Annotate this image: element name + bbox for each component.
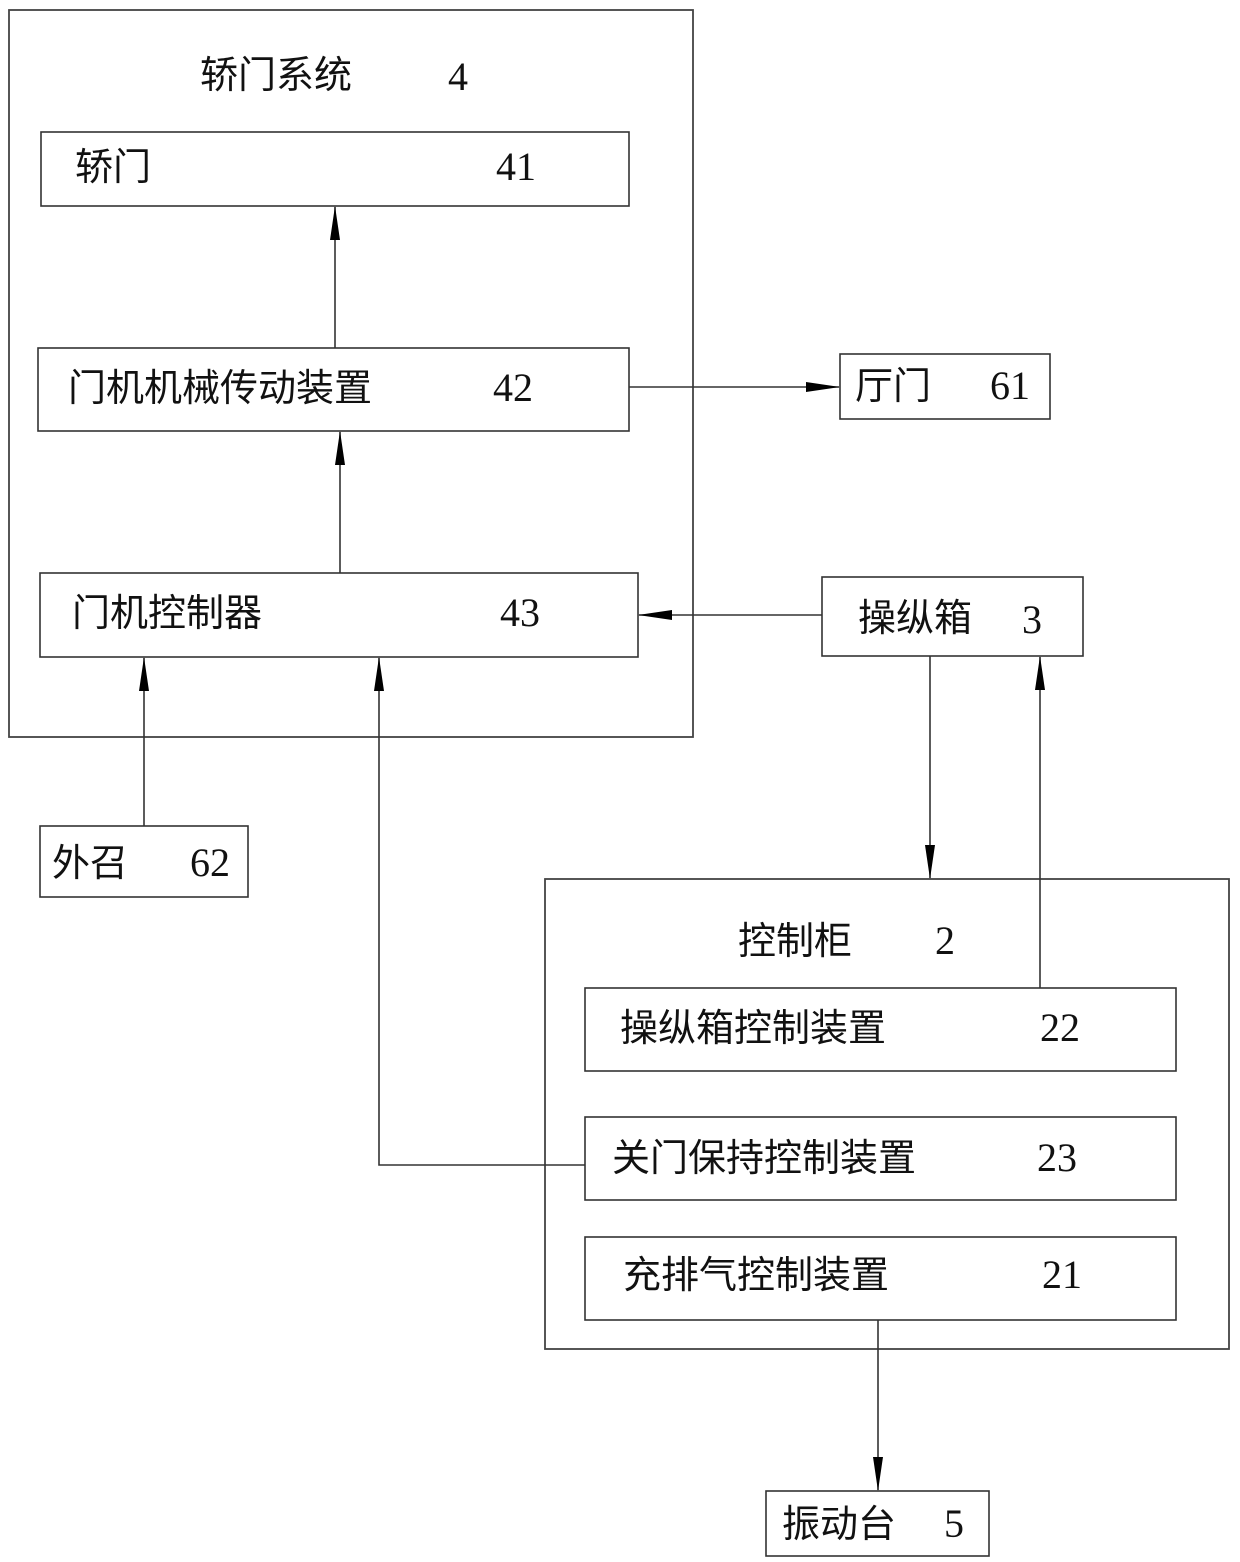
door-controller-label: 门机控制器 [72,591,262,635]
control-cabinet-number: 2 [935,918,955,963]
door-controller-number: 43 [500,590,540,635]
block-diagram: 轿门系统 4 轿门 41 门机机械传动装置 42 门机控制器 43 厅门 61 … [8,9,1230,1557]
car-door-system-label: 轿门系统 [200,53,352,97]
operating-panel-label: 操纵箱 [858,596,972,640]
arrowhead-right [806,382,840,392]
arrowhead-up [374,657,384,691]
vibration-table-label: 振动台 [782,1502,896,1546]
door-close-hold-device-label: 关门保持控制装置 [612,1136,916,1180]
outer-call-node: 外召 62 [39,825,249,898]
panel-control-device-number: 22 [1040,1005,1080,1050]
door-mech-drive-node: 门机机械传动装置 42 [37,347,630,432]
car-door-node: 轿门 41 [40,131,630,207]
door-mech-drive-label: 门机机械传动装置 [68,366,372,410]
door-close-hold-device-node: 关门保持控制装置 23 [584,1116,1177,1201]
door-controller-node: 门机控制器 43 [39,572,639,658]
inflate-exhaust-device-number: 21 [1042,1252,1082,1297]
landing-door-number: 61 [990,363,1030,408]
outer-call-label: 外召 [52,841,128,885]
vibration-table-number: 5 [944,1501,964,1546]
edge-close-hold-to-controller [378,658,585,1166]
arrowhead-up [1035,656,1045,690]
arrowhead-up [330,206,340,240]
arrowhead-left [638,610,672,620]
door-mech-drive-number: 42 [493,365,533,410]
arrowhead-up [139,657,149,691]
landing-door-node: 厅门 61 [839,353,1051,420]
car-door-number: 41 [496,144,536,189]
outer-call-number: 62 [190,840,230,885]
landing-door-label: 厅门 [855,364,931,408]
arrowhead-up [335,431,345,465]
car-door-system-number: 4 [448,54,468,99]
door-close-hold-device-number: 23 [1037,1135,1077,1180]
arrowhead-down [925,845,935,879]
panel-control-device-label: 操纵箱控制装置 [620,1006,886,1050]
inflate-exhaust-device-node: 充排气控制装置 21 [584,1236,1177,1321]
car-door-label: 轿门 [75,145,151,189]
operating-panel-node: 操纵箱 3 [821,576,1084,657]
panel-control-device-node: 操纵箱控制装置 22 [584,987,1177,1072]
vibration-table-node: 振动台 5 [765,1490,990,1557]
arrowhead-down [873,1457,883,1491]
inflate-exhaust-device-label: 充排气控制装置 [623,1253,889,1297]
control-cabinet-label: 控制柜 [738,919,852,963]
operating-panel-number: 3 [1022,597,1042,642]
